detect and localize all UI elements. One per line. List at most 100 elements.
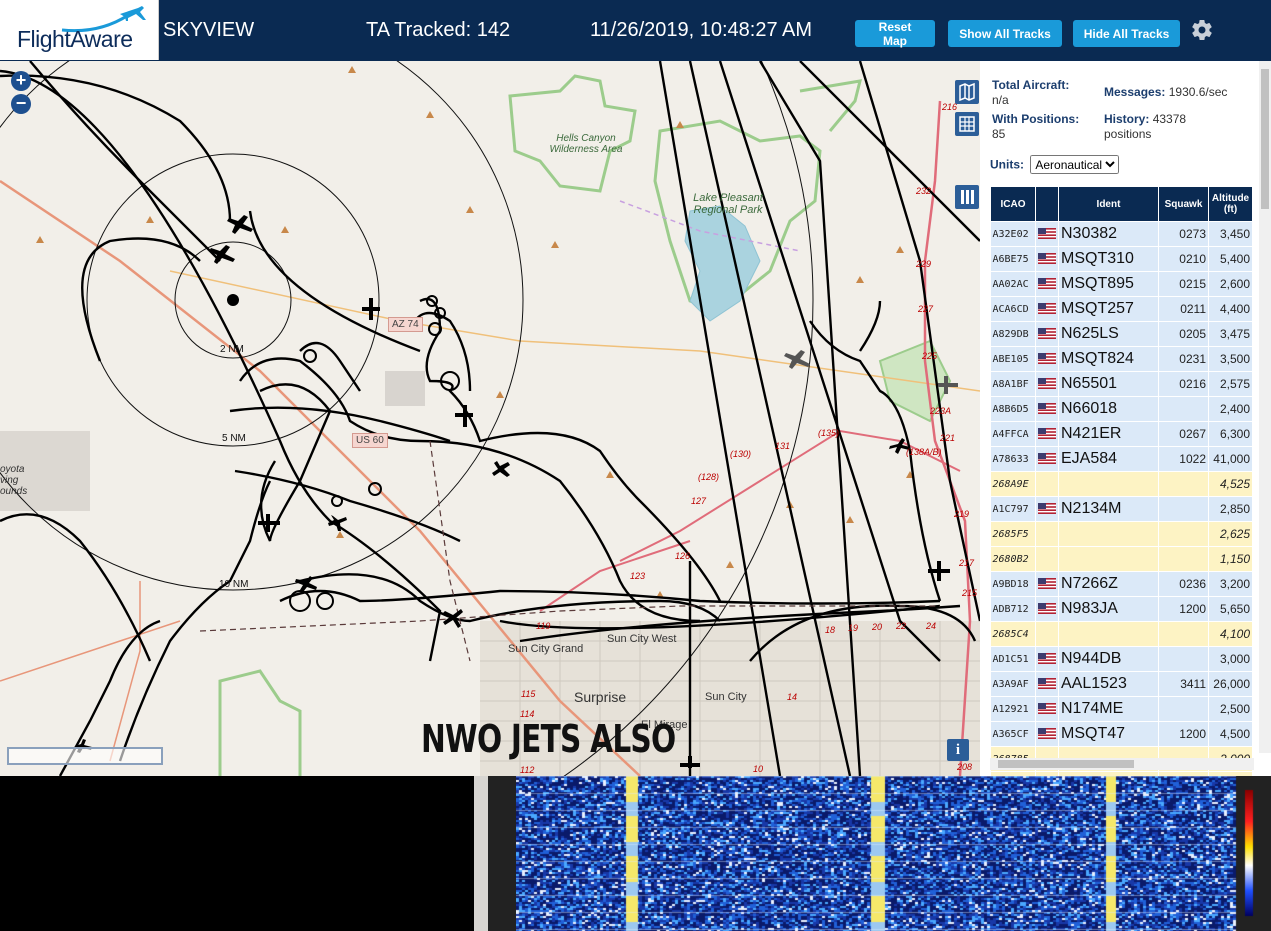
units-select[interactable]: Aeronautical bbox=[1030, 155, 1120, 174]
total-aircraft-value: n/a bbox=[992, 93, 1009, 107]
col-icao[interactable]: ICAO bbox=[990, 186, 1036, 222]
us-flag-icon bbox=[1038, 353, 1056, 365]
col-squawk[interactable]: Squawk bbox=[1158, 186, 1209, 222]
aircraft-flag bbox=[1035, 621, 1059, 647]
table-row[interactable]: 2685F5 2,625 bbox=[990, 521, 1253, 547]
aircraft-icao: A3A9AF bbox=[990, 671, 1036, 697]
table-row[interactable]: A8B6D5 N66018 2,400 bbox=[990, 396, 1253, 422]
us-flag-icon bbox=[1038, 253, 1056, 265]
aircraft-ident: MSQT47 bbox=[1058, 721, 1159, 747]
receiver-site bbox=[227, 294, 239, 306]
table-row[interactable]: 2685C4 4,100 bbox=[990, 621, 1253, 647]
aircraft-ident: N174ME bbox=[1058, 696, 1159, 722]
show-all-tracks-button[interactable]: Show All Tracks bbox=[948, 20, 1062, 47]
col-flag[interactable] bbox=[1035, 186, 1059, 222]
units-label: Units: bbox=[990, 157, 1024, 172]
table-row[interactable]: ABE105 MSQT824 0231 3,500 bbox=[990, 346, 1253, 372]
aircraft-squawk bbox=[1158, 521, 1209, 547]
table-row[interactable]: A1C797 N2134M 2,850 bbox=[990, 496, 1253, 522]
overlay-caption: NWO JETS ALSO bbox=[421, 717, 676, 761]
scroll-thumb[interactable] bbox=[998, 760, 1134, 768]
aircraft-icao: 2685F5 bbox=[990, 521, 1036, 547]
sidebar-horizontal-scrollbar[interactable] bbox=[990, 758, 1254, 770]
terrain-markers bbox=[36, 66, 914, 598]
us-flag-icon bbox=[1038, 678, 1056, 690]
aircraft-ident: N944DB bbox=[1058, 646, 1159, 672]
zoom-in-button[interactable]: + bbox=[11, 71, 31, 91]
us-flag-icon bbox=[1038, 603, 1056, 615]
aircraft-table-body: A32E02 N30382 0273 3,450 A6BE75 MSQT310 0210 5,… bbox=[990, 221, 1253, 776]
reset-map-button[interactable]: Reset Map bbox=[855, 20, 935, 48]
table-row[interactable]: A9BD18 N7266Z 0236 3,200 bbox=[990, 571, 1253, 597]
col-ident[interactable]: Ident bbox=[1058, 186, 1159, 222]
aircraft-squawk: 0267 bbox=[1158, 421, 1209, 447]
table-row[interactable]: A829DB N625LS 0205 3,475 bbox=[990, 321, 1253, 347]
table-row[interactable]: A32E02 N30382 0273 3,450 bbox=[990, 221, 1253, 247]
hells-canyon-label: Hells Canyon Wilderness Area bbox=[549, 133, 623, 155]
aircraft-flag bbox=[1035, 646, 1059, 672]
column-toggle-button[interactable] bbox=[955, 185, 979, 209]
aircraft-flag bbox=[1035, 671, 1059, 697]
map-canvas[interactable]: 2 NM 5 NM 10 NM Hells Canyon Wilderness … bbox=[0, 61, 980, 776]
table-row[interactable]: ACA6CD MSQT257 0211 4,400 bbox=[990, 296, 1253, 322]
aircraft-flag bbox=[1035, 371, 1059, 397]
messages-label: Messages: bbox=[1104, 85, 1166, 99]
aircraft-squawk: 3411 bbox=[1158, 671, 1209, 697]
aircraft-icao: A1C797 bbox=[990, 496, 1036, 522]
aircraft-squawk: 0211 bbox=[1158, 296, 1209, 322]
aircraft-squawk bbox=[1158, 621, 1209, 647]
aircraft-ident: MSQT895 bbox=[1058, 271, 1159, 297]
scroll-thumb[interactable] bbox=[1261, 69, 1269, 209]
sun-city-grand-label: Sun City Grand bbox=[508, 643, 584, 655]
aircraft-icao: A9BD18 bbox=[990, 571, 1036, 597]
us-flag-icon bbox=[1038, 278, 1056, 290]
aircraft-altitude: 3,000 bbox=[1208, 646, 1253, 672]
aircraft-ident bbox=[1058, 471, 1159, 497]
table-row[interactable]: A12921 N174ME 2,500 bbox=[990, 696, 1253, 722]
table-row[interactable]: ADB712 N983JA 1200 5,650 bbox=[990, 596, 1253, 622]
hide-all-tracks-button[interactable]: Hide All Tracks bbox=[1073, 20, 1180, 47]
aircraft-altitude: 2,575 bbox=[1208, 371, 1253, 397]
video-black-panel bbox=[0, 776, 474, 931]
scale-bar bbox=[7, 747, 163, 765]
aircraft-ident: N65501 bbox=[1058, 371, 1159, 397]
table-row[interactable]: A78633 EJA584 1022 41,000 bbox=[990, 446, 1253, 472]
aircraft-flag bbox=[1035, 221, 1059, 247]
us-flag-icon bbox=[1038, 328, 1056, 340]
us60-shield: US 60 bbox=[352, 433, 388, 448]
zoom-out-button[interactable]: − bbox=[11, 94, 31, 114]
aircraft-squawk: 0273 bbox=[1158, 221, 1209, 247]
aircraft-altitude: 1,150 bbox=[1208, 546, 1253, 572]
aircraft-altitude: 5,650 bbox=[1208, 596, 1253, 622]
lake-pleasant-water bbox=[684, 205, 761, 322]
surprise-label: Surprise bbox=[574, 689, 627, 705]
table-row[interactable]: A6BE75 MSQT310 0210 5,400 bbox=[990, 246, 1253, 272]
sidebar-vertical-scrollbar[interactable] bbox=[1259, 61, 1271, 753]
info-button[interactable]: i bbox=[947, 739, 969, 761]
table-row[interactable]: A8A1BF N65501 0216 2,575 bbox=[990, 371, 1253, 397]
gear-icon[interactable] bbox=[1190, 17, 1214, 43]
table-row[interactable]: A3A9AF AAL1523 3411 26,000 bbox=[990, 671, 1253, 697]
aircraft-icao: A12921 bbox=[990, 696, 1036, 722]
table-row[interactable]: 2680B2 1,150 bbox=[990, 546, 1253, 572]
table-row[interactable]: AD1C51 N944DB 3,000 bbox=[990, 646, 1253, 672]
grid-toggle-button[interactable] bbox=[955, 112, 979, 136]
us-flag-icon bbox=[1038, 403, 1056, 415]
table-row[interactable]: AA02AC MSQT895 0215 2,600 bbox=[990, 271, 1253, 297]
aircraft-squawk: 0205 bbox=[1158, 321, 1209, 347]
table-row[interactable]: A365CF MSQT47 1200 4,500 bbox=[990, 721, 1253, 747]
aircraft-flag bbox=[1035, 246, 1059, 272]
us-flag-icon bbox=[1038, 503, 1056, 515]
table-row[interactable]: 268A9E 4,525 bbox=[990, 471, 1253, 497]
aircraft-squawk bbox=[1158, 646, 1209, 672]
with-positions-value: 85 bbox=[992, 127, 1006, 141]
map-layers-button[interactable] bbox=[955, 80, 979, 104]
col-altitude[interactable]: Altitude (ft) bbox=[1208, 186, 1253, 222]
aircraft-ident: N983JA bbox=[1058, 596, 1159, 622]
history-label: History: bbox=[1104, 112, 1150, 126]
table-row[interactable]: A4FFCA N421ER 0267 6,300 bbox=[990, 421, 1253, 447]
aircraft-flag bbox=[1035, 596, 1059, 622]
with-positions-stat: With Positions: 85 bbox=[992, 112, 1079, 142]
flightaware-logo[interactable]: FlightAware bbox=[0, 0, 159, 60]
range-label-2nm: 2 NM bbox=[220, 344, 244, 355]
